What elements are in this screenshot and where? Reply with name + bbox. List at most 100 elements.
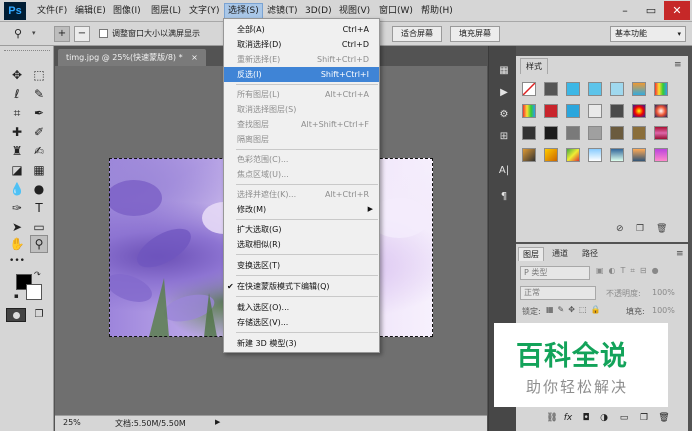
libraries-icon[interactable]: ⚙ — [497, 108, 511, 122]
close-tab-icon[interactable]: × — [191, 53, 198, 62]
history-brush-tool-icon[interactable]: ✍ — [30, 142, 48, 160]
styles-tab[interactable]: 样式 — [520, 58, 548, 74]
blur-tool-icon[interactable]: 💧 — [8, 180, 26, 198]
style-swatch[interactable] — [522, 104, 536, 118]
blend-mode-select[interactable]: 正常 — [520, 286, 596, 300]
style-swatch[interactable] — [588, 148, 602, 162]
fit-screen-button[interactable]: 适合屏幕 — [392, 26, 442, 42]
delete-layer-icon[interactable]: 🗑 — [658, 412, 670, 424]
menu-item-focus-area[interactable]: 焦点区域(U)... — [224, 167, 379, 182]
zoom-tool-icon[interactable]: ⚲ — [30, 235, 48, 253]
background-color-swatch[interactable] — [26, 284, 42, 300]
brush-tool-icon[interactable]: ✐ — [30, 123, 48, 141]
menu-item-new-3d-extrusion[interactable]: 新建 3D 模型(3) — [224, 336, 379, 351]
style-swatch[interactable] — [632, 126, 646, 140]
style-swatch[interactable] — [632, 148, 646, 162]
menu-view[interactable]: 视图(V) — [336, 3, 373, 19]
history-icon[interactable]: ▦ — [497, 64, 511, 78]
minimize-button[interactable]: – — [612, 1, 638, 20]
menu-item-find-layers[interactable]: 查找图层 Alt+Shift+Ctrl+F — [224, 117, 379, 132]
menu-item-similar[interactable]: 选取相似(R) — [224, 237, 379, 252]
clear-style-icon[interactable]: ⊘ — [616, 224, 624, 234]
fill-screen-button[interactable]: 填充屏幕 — [450, 26, 500, 42]
style-swatch[interactable] — [588, 126, 602, 140]
move-tool-icon[interactable]: ✥ — [8, 66, 26, 84]
style-swatch[interactable] — [654, 126, 668, 140]
paragraph-icon[interactable]: ¶ — [497, 190, 511, 204]
menu-item-save-selection[interactable]: 存储选区(V)... — [224, 315, 379, 330]
lasso-tool-icon[interactable]: ℓ — [8, 85, 26, 103]
dodge-tool-icon[interactable]: ● — [30, 180, 48, 198]
style-swatch[interactable] — [588, 104, 602, 118]
menu-item-quick-mask-mode[interactable]: ✔ 在快速蒙版模式下编辑(Q) — [224, 279, 379, 294]
style-swatch[interactable] — [522, 126, 536, 140]
default-colors-icon[interactable]: ▪ — [14, 292, 19, 300]
shape-tool-icon[interactable]: ▭ — [30, 218, 48, 236]
menu-image[interactable]: 图像(I) — [110, 3, 144, 19]
style-swatch[interactable] — [566, 104, 580, 118]
style-swatch[interactable] — [610, 82, 624, 96]
new-layer-icon[interactable]: ❐ — [638, 412, 650, 424]
style-swatch[interactable] — [654, 82, 668, 96]
style-swatch[interactable] — [544, 82, 558, 96]
marquee-tool-icon[interactable]: ⬚ — [30, 66, 48, 84]
style-swatch[interactable] — [632, 104, 646, 118]
pen-tool-icon[interactable]: ✑ — [8, 199, 26, 217]
link-layers-icon[interactable]: ⛓ — [546, 412, 558, 424]
menu-item-transform-selection[interactable]: 变换选区(T) — [224, 258, 379, 273]
swap-colors-icon[interactable]: ↷ — [34, 270, 41, 279]
more-tools-icon[interactable]: ••• — [8, 252, 26, 270]
style-swatch[interactable] — [566, 148, 580, 162]
style-swatch[interactable] — [544, 126, 558, 140]
close-button[interactable]: ✕ — [664, 1, 690, 20]
clone-stamp-tool-icon[interactable]: ♜ — [8, 142, 26, 160]
panel-menu-icon[interactable]: ≡ — [676, 249, 684, 259]
style-swatch[interactable] — [566, 82, 580, 96]
crop-tool-icon[interactable]: ⌗ — [8, 104, 26, 122]
type-tool-icon[interactable]: T — [30, 199, 48, 217]
style-swatch[interactable] — [566, 126, 580, 140]
menu-help[interactable]: 帮助(H) — [418, 3, 456, 19]
style-swatch[interactable] — [632, 82, 646, 96]
menu-filter[interactable]: 滤镜(T) — [264, 3, 301, 19]
menu-window[interactable]: 窗口(W) — [376, 3, 416, 19]
new-style-icon[interactable]: ❐ — [636, 224, 644, 234]
menu-item-reselect[interactable]: 重新选择(E) Shift+Ctrl+D — [224, 52, 379, 67]
fill-value[interactable]: 100% — [652, 306, 675, 315]
style-swatch[interactable] — [610, 126, 624, 140]
quick-mask-icon[interactable] — [6, 308, 26, 322]
zoom-level[interactable]: 25% — [63, 418, 81, 427]
menu-item-inverse[interactable]: 反选(I) Shift+Ctrl+I — [224, 67, 379, 82]
eraser-tool-icon[interactable]: ◪ — [8, 161, 26, 179]
layer-filter-select[interactable]: P 类型 — [520, 266, 590, 280]
adjustment-layer-icon[interactable]: ◑ — [598, 412, 610, 424]
zoom-tool-icon[interactable]: ⚲ — [14, 27, 28, 41]
chevron-down-icon[interactable]: ▾ — [32, 29, 36, 37]
adjustments-icon[interactable]: ⊞ — [497, 130, 511, 144]
workspace-select[interactable]: 基本功能 ▾ — [610, 26, 686, 42]
new-group-icon[interactable]: ▭ — [618, 412, 630, 424]
menu-item-deselect[interactable]: 取消选择(D) Ctrl+D — [224, 37, 379, 52]
tab-paths[interactable]: 路径 — [578, 247, 602, 261]
menu-type[interactable]: 文字(Y) — [186, 3, 223, 19]
menu-item-modify[interactable]: 修改(M) ▶ — [224, 202, 379, 217]
character-icon[interactable]: A| — [497, 164, 511, 178]
menu-item-all-layers[interactable]: 所有图层(L) Alt+Ctrl+A — [224, 87, 379, 102]
path-selection-tool-icon[interactable]: ➤ — [8, 218, 26, 236]
style-swatch[interactable] — [610, 104, 624, 118]
menu-3d[interactable]: 3D(D) — [302, 3, 335, 19]
screen-mode-icon[interactable]: ❐ — [30, 306, 48, 324]
menu-item-grow[interactable]: 扩大选取(G) — [224, 222, 379, 237]
tab-layers[interactable]: 图层 — [518, 247, 544, 261]
magic-wand-tool-icon[interactable]: ✎ — [30, 85, 48, 103]
style-swatch[interactable] — [588, 82, 602, 96]
eyedropper-tool-icon[interactable]: ✒ — [30, 104, 48, 122]
style-swatch[interactable] — [610, 148, 624, 162]
menu-select[interactable]: 选择(S) — [224, 3, 263, 19]
style-swatch[interactable] — [522, 148, 536, 162]
opacity-value[interactable]: 100% — [652, 288, 675, 297]
add-mask-icon[interactable]: ◘ — [580, 412, 592, 424]
menu-item-select-and-mask[interactable]: 选择并遮住(K)... Alt+Ctrl+R — [224, 187, 379, 202]
menu-item-select-all[interactable]: 全部(A) Ctrl+A — [224, 22, 379, 37]
style-swatch[interactable] — [544, 148, 558, 162]
